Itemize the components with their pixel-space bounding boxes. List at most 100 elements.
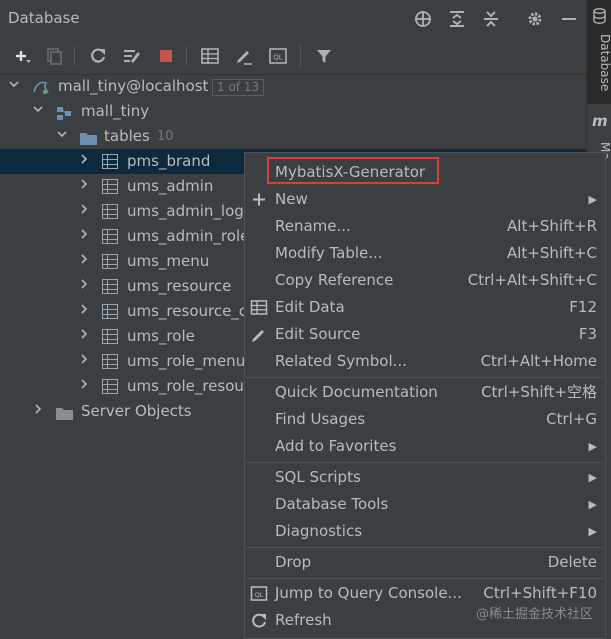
submenu-arrow-icon: ▶ [588,193,597,206]
connection-badge: 1 of 13 [212,79,265,96]
chevron-right-icon[interactable] [32,399,44,424]
duplicate-icon[interactable] [44,46,64,66]
table-label: ums_resource_c [127,302,248,320]
edit-icon[interactable] [234,46,254,66]
menu-item-label: Diagnostics [275,522,363,540]
chevron-right-icon[interactable] [78,299,90,324]
menu-item-shortcut: Ctrl+G [546,410,597,428]
watermark: @稀土掘金技术社区 [476,607,594,622]
tables-count: 10 [157,129,174,144]
connection-label: mall_tiny@localhost [58,77,209,95]
database-tab[interactable]: Database [587,0,611,104]
menu-item-copy-reference[interactable]: Copy Reference Ctrl+Alt+Shift+C [245,267,605,294]
chevron-right-icon[interactable] [78,249,90,274]
chevron-down-icon[interactable] [8,74,20,99]
menu-separator [246,547,604,548]
table-icon [102,154,118,169]
expand-all-icon[interactable] [448,10,466,28]
menu-item-shortcut: Ctrl+Alt+Home [480,352,597,370]
table-icon[interactable] [200,46,220,66]
table-label: ums_role_resour [127,377,251,395]
menu-item-sql-scripts[interactable]: SQL Scripts ▶ [245,464,605,491]
chevron-right-icon[interactable] [78,349,90,374]
menu-item-label: Related Symbol... [275,352,407,370]
chevron-down-icon[interactable] [56,124,68,149]
mybatis-icon: m [592,112,608,130]
folder-icon [56,404,73,420]
table-label: ums_resource [127,277,232,295]
menu-item-related-symbol[interactable]: Related Symbol... Ctrl+Alt+Home [245,348,605,375]
menu-item-edit-source[interactable]: Edit Source F3 [245,321,605,348]
menu-item-quick-documentation[interactable]: Quick Documentation Ctrl+Shift+空格 [245,379,605,406]
chevron-right-icon[interactable] [78,274,90,299]
svg-text:QL: QL [255,591,264,599]
table-icon [102,304,118,319]
collapse-all-icon[interactable] [482,10,500,28]
menu-item-add-to-favorites[interactable]: Add to Favorites ▶ [245,433,605,460]
submenu-arrow-icon: ▶ [588,498,597,511]
stop-icon[interactable] [156,46,176,66]
menu-item-label: Drop [275,553,312,571]
mysql-connection-icon [32,78,49,95]
folder-icon [80,129,97,145]
toolbar-separator [186,46,187,66]
menu-item-drop[interactable]: Drop Delete [245,549,605,576]
filter-icon[interactable] [314,46,334,66]
menu-item-new[interactable]: New ▶ [245,186,605,213]
table-icon [102,279,118,294]
chevron-right-icon[interactable] [78,199,90,224]
chevron-right-icon[interactable] [78,224,90,249]
server-objects-label: Server Objects [81,402,192,420]
toolbar-separator [74,46,75,66]
menu-item-label: Rename... [275,217,351,235]
chevron-down-icon[interactable] [32,99,44,124]
chevron-right-icon[interactable] [78,174,90,199]
chevron-right-icon[interactable] [78,149,90,174]
plus-icon [250,191,268,208]
query-console-icon[interactable]: QL [268,46,288,66]
menu-item-find-usages[interactable]: Find Usages Ctrl+G [245,406,605,433]
menu-item-diagnostics[interactable]: Diagnostics ▶ [245,518,605,545]
menu-item-rename[interactable]: Rename... Alt+Shift+R [245,213,605,240]
tree-node-tables-folder[interactable]: tables 10 [0,124,586,149]
crosshair-icon[interactable] [414,10,432,28]
schema-icon [56,104,72,120]
menu-item-label: Find Usages [275,410,366,428]
chevron-right-icon[interactable] [78,324,90,349]
menu-item-label: Edit Source [275,325,361,343]
add-icon[interactable] [12,46,32,66]
tool-window-header: Database [0,0,586,38]
table-icon [102,354,118,369]
chevron-right-icon[interactable] [78,374,90,399]
database-tab-icon [593,8,606,24]
table-icon [102,179,118,194]
properties-icon[interactable] [122,46,142,66]
schema-label: mall_tiny [81,102,150,120]
context-menu: MybatisX-Generator New ▶ Rename... Alt+S… [244,152,606,639]
menu-item-shortcut: F3 [578,325,597,343]
menu-item-shortcut: Ctrl+Alt+Shift+C [467,271,597,289]
table-icon [102,379,118,394]
tree-node-connection[interactable]: mall_tiny@localhost 1 of 13 [0,74,586,99]
menu-separator [246,578,604,579]
submenu-arrow-icon: ▶ [588,471,597,484]
gear-icon[interactable] [526,10,544,28]
panel-title: Database [8,9,80,27]
menu-item-database-tools[interactable]: Database Tools ▶ [245,491,605,518]
tables-folder-label: tables [104,127,150,145]
table-label: pms_brand [127,152,211,170]
menu-item-shortcut: Delete [547,553,597,571]
refresh-icon [250,612,268,629]
menu-item-label: Refresh [275,611,332,629]
menu-item-modify-table[interactable]: Modify Table... Alt+Shift+C [245,240,605,267]
highlight-box [267,157,439,184]
tree-node-schema[interactable]: mall_tiny [0,99,586,124]
menu-item-label: New [275,190,308,208]
minimize-icon[interactable] [560,10,578,28]
refresh-icon[interactable] [88,46,108,66]
menu-item-edit-data[interactable]: Edit Data F12 [245,294,605,321]
svg-text:QL: QL [273,54,283,62]
table-label: ums_role_menu [127,352,246,370]
submenu-arrow-icon: ▶ [588,440,597,453]
menu-separator [246,462,604,463]
